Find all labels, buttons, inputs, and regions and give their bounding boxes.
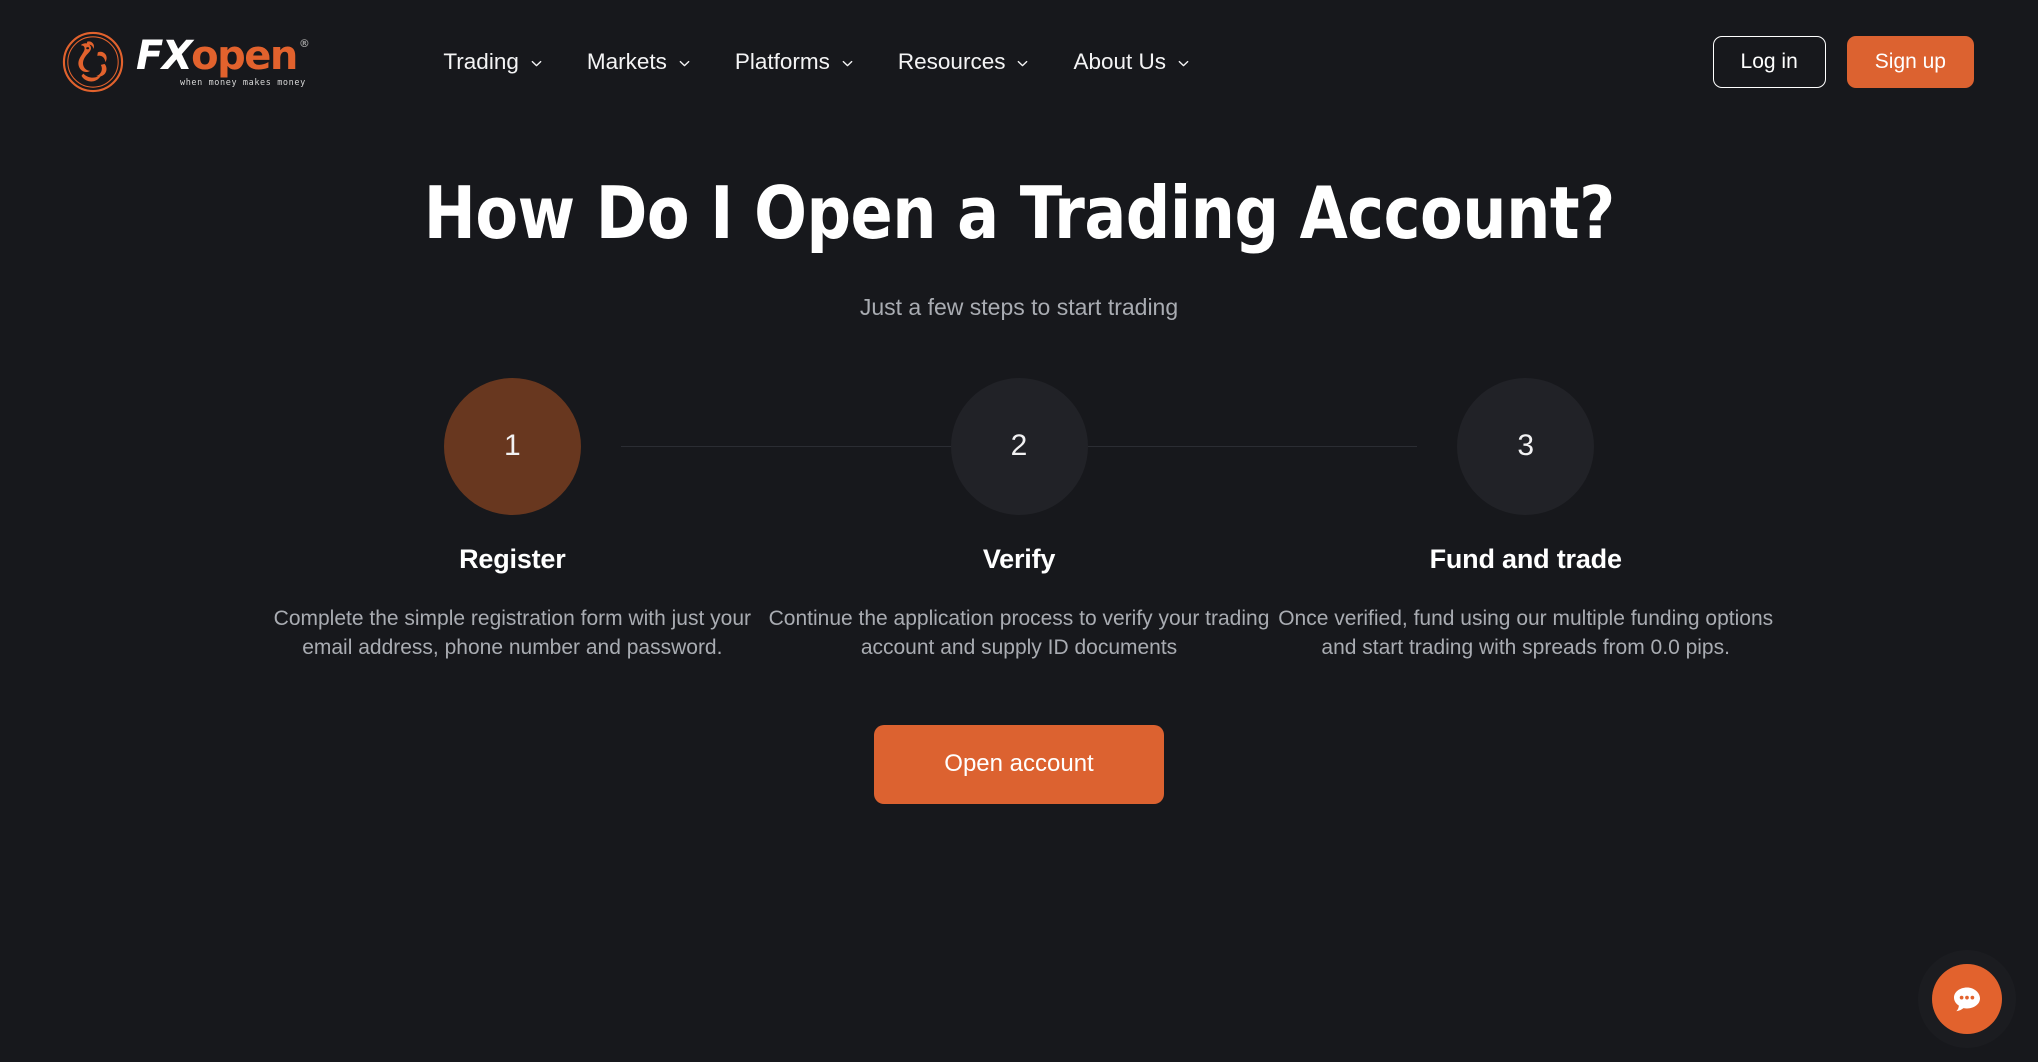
- logo-text-open: open: [191, 33, 298, 80]
- step-title: Register: [459, 543, 566, 574]
- fxopen-bull-emblem-icon: [62, 31, 124, 93]
- chevron-down-icon: [678, 57, 691, 70]
- chevron-down-icon: [1016, 57, 1029, 70]
- nav-item-label: About Us: [1073, 49, 1167, 74]
- step-number-badge: 2: [950, 377, 1088, 515]
- nav-item-markets[interactable]: Markets: [565, 39, 713, 85]
- page-title: How Do I Open a Trading Account?: [423, 171, 1615, 255]
- logo-wordmark: FX open ® when money makes money: [136, 33, 310, 89]
- chevron-down-icon: [1177, 57, 1190, 70]
- step-description: Complete the simple registration form wi…: [273, 606, 752, 660]
- nav-item-about-us[interactable]: About Us: [1051, 39, 1212, 85]
- chevron-down-icon: [841, 57, 854, 70]
- chat-widget-button[interactable]: [1932, 964, 2002, 1034]
- site-header: FX open ® when money makes money Trading M…: [0, 0, 2038, 124]
- header-actions: Log in Sign up: [1712, 35, 1974, 89]
- main-content: How Do I Open a Trading Account? Just a …: [0, 124, 2038, 804]
- cta-container: Open account: [874, 725, 1164, 804]
- logo-tagline: when money makes money: [180, 78, 306, 89]
- chat-bubble-icon: [1949, 981, 1985, 1017]
- step-register: 1 Register Complete the simple registrat…: [259, 377, 766, 664]
- step-description: Once verified, fund using our multiple f…: [1278, 606, 1774, 660]
- step-number-badge: 3: [1457, 377, 1595, 515]
- open-account-button[interactable]: Open account: [874, 725, 1164, 804]
- step-verify: 2 Verify Continue the application proces…: [766, 377, 1273, 664]
- step-title: Verify: [982, 543, 1056, 574]
- registered-mark-icon: ®: [298, 37, 310, 51]
- step-title: Fund and trade: [1429, 543, 1622, 574]
- nav-item-label: Markets: [586, 49, 667, 74]
- nav-item-label: Platforms: [734, 49, 830, 74]
- nav-item-resources[interactable]: Resources: [876, 39, 1052, 85]
- step-fund-and-trade: 3 Fund and trade Once verified, fund usi…: [1272, 377, 1779, 664]
- nav-item-label: Trading: [443, 49, 519, 74]
- logo-text-fx: FX: [136, 33, 193, 80]
- page-subtitle: Just a few steps to start trading: [859, 293, 1179, 320]
- nav-item-trading[interactable]: Trading: [421, 39, 564, 85]
- step-number: 3: [1517, 429, 1535, 463]
- login-button[interactable]: Log in: [1712, 36, 1826, 88]
- site-logo[interactable]: FX open ® when money makes money: [62, 31, 310, 93]
- chevron-down-icon: [530, 57, 543, 70]
- step-number: 2: [1010, 429, 1028, 463]
- nav-item-label: Resources: [897, 49, 1006, 74]
- signup-button[interactable]: Sign up: [1846, 35, 1974, 89]
- step-number-badge: 1: [443, 377, 581, 515]
- step-number: 1: [503, 429, 521, 463]
- step-description: Continue the application process to veri…: [768, 606, 1270, 660]
- steps-container: 1 Register Complete the simple registrat…: [259, 377, 1779, 664]
- nav-item-platforms[interactable]: Platforms: [713, 39, 876, 85]
- main-navigation: Trading Markets Platforms Resources Abou…: [421, 39, 1212, 85]
